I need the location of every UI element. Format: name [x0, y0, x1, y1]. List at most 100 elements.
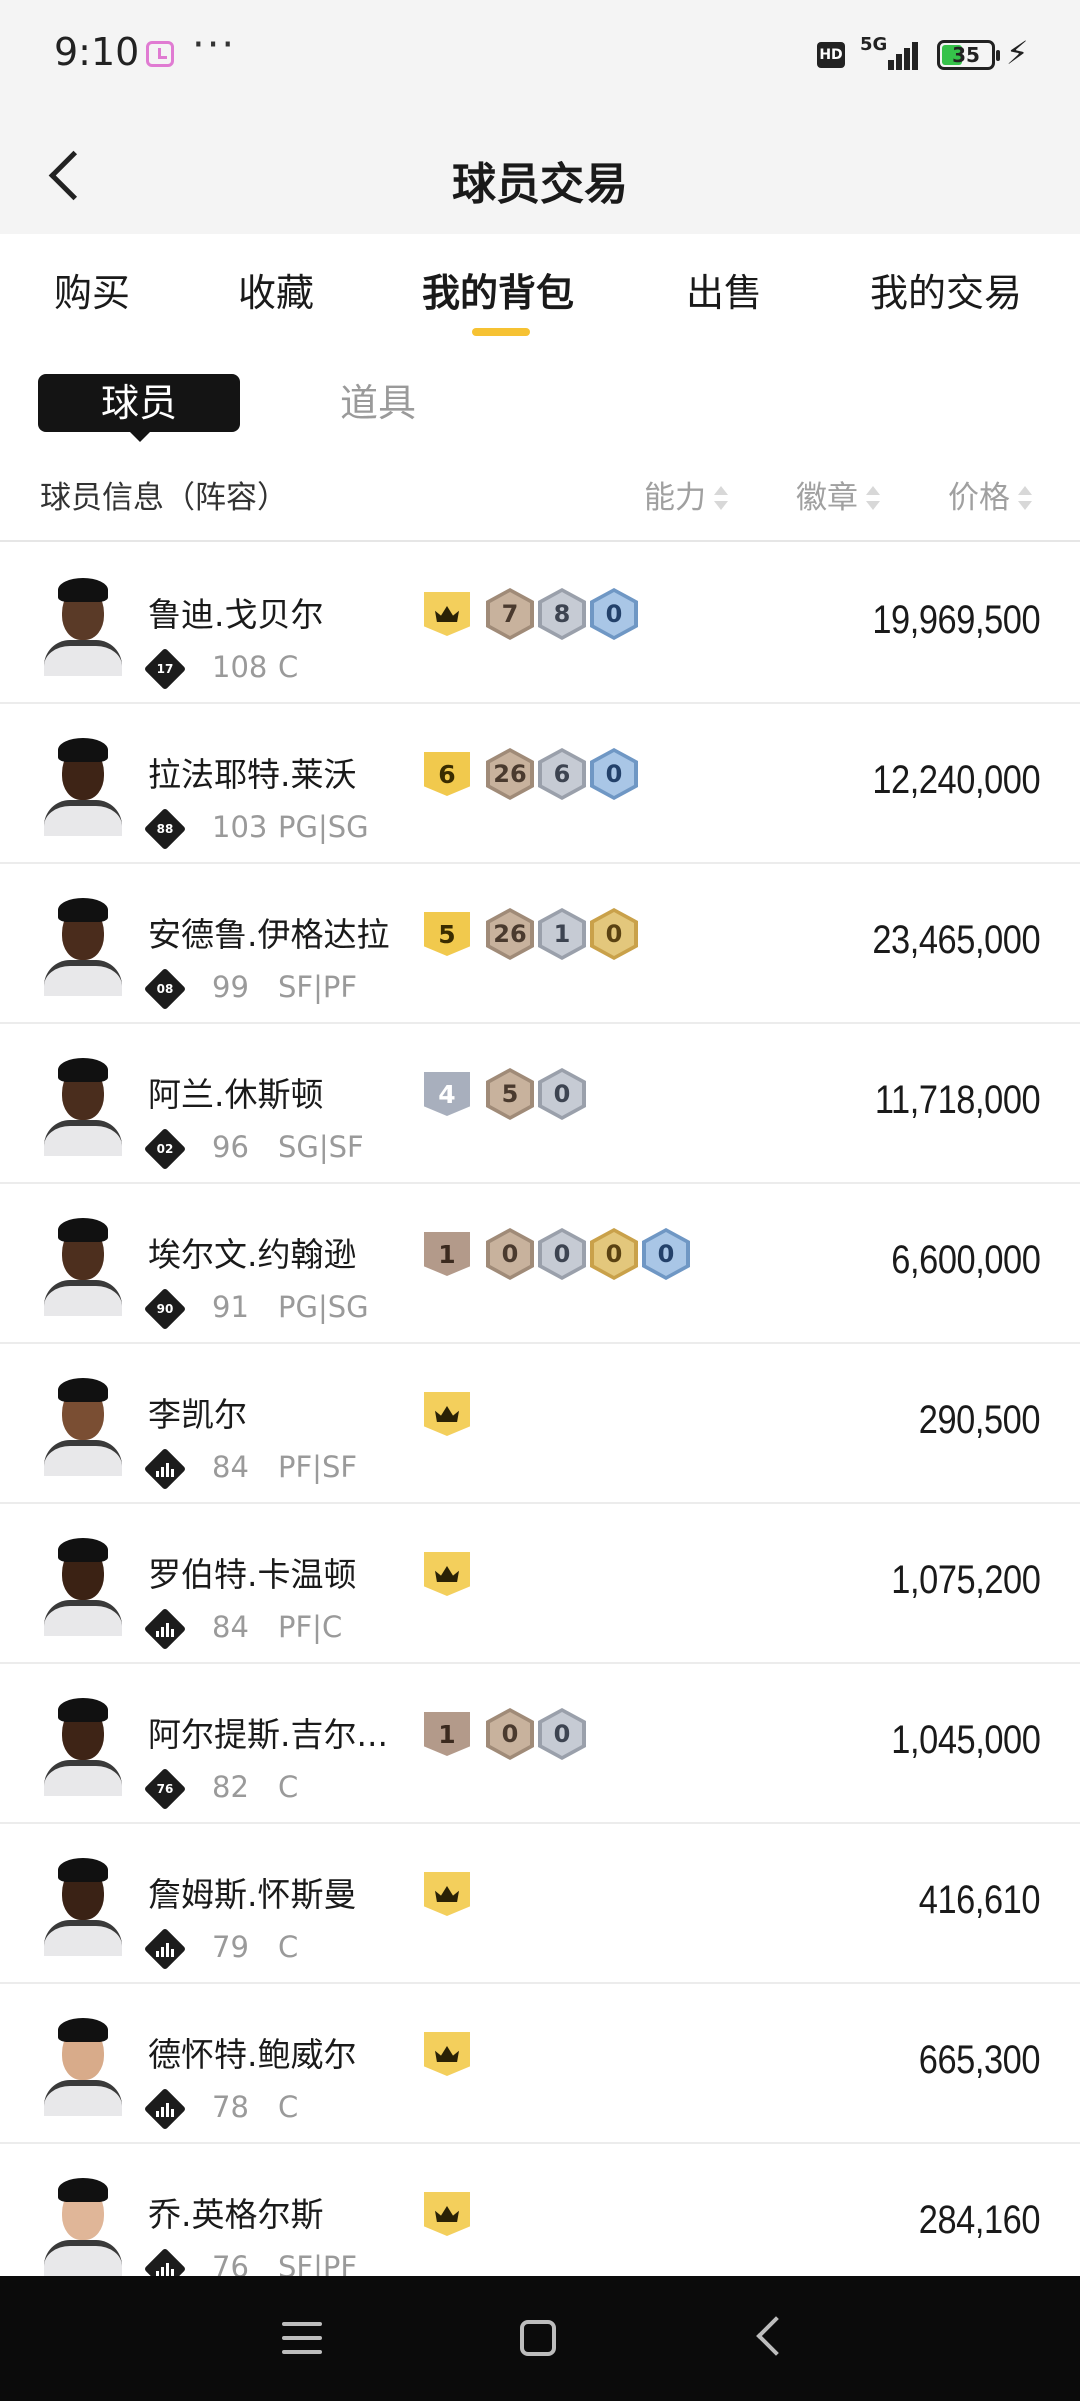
badge-count-value: 0	[542, 1072, 582, 1116]
badge-count-value: 0	[646, 1232, 686, 1276]
player-avatar	[40, 1216, 126, 1316]
badge-count-value: 8	[542, 592, 582, 636]
status-time: 9:10	[54, 30, 140, 74]
badge-count-value: 0	[594, 912, 634, 956]
hd-voice-icon: HD	[817, 42, 845, 68]
bronze-badge-count: 7	[486, 588, 534, 640]
column-player-info: 球员信息（阵容）	[40, 480, 288, 516]
tier-badge: 1	[424, 1712, 470, 1756]
team-number-badge: 17	[143, 647, 187, 691]
player-avatar	[40, 1856, 126, 1956]
player-position: PF|C	[278, 1610, 343, 1644]
badge-count-value: 0	[594, 1232, 634, 1276]
rating-bars-icon	[143, 2247, 187, 2276]
player-avatar	[40, 1696, 126, 1796]
silver-badge-count: 8	[538, 588, 586, 640]
player-position: C	[278, 2090, 299, 2124]
player-row[interactable]: 阿兰.休斯顿 02 96 SG|SF 4 5 0 11,718,000	[0, 1024, 1080, 1184]
tab-my-trades[interactable]: 我的交易	[870, 262, 1022, 317]
badge-count-value: 26	[490, 752, 530, 796]
sort-icon	[1018, 486, 1032, 510]
player-position: PG|SG	[278, 1290, 369, 1324]
player-price: 12,240,000	[872, 758, 1040, 802]
player-row[interactable]: 德怀特.鲍威尔 78 C 665,300	[0, 1984, 1080, 2144]
back-icon[interactable]	[756, 2316, 796, 2356]
player-avatar	[40, 1536, 126, 1636]
header: 球员交易	[0, 110, 1080, 234]
player-name: 罗伯特.卡温顿	[148, 1555, 357, 1594]
crown-icon	[424, 1552, 470, 1596]
player-rating: 108	[212, 650, 268, 684]
player-rating: 91	[212, 1290, 249, 1324]
tab-buy[interactable]: 购买	[54, 262, 130, 317]
player-name: 乔.英格尔斯	[148, 2195, 324, 2234]
player-row[interactable]: 詹姆斯.怀斯曼 79 C 416,610	[0, 1824, 1080, 1984]
player-position: PF|SF	[278, 1450, 358, 1484]
player-name: 李凯尔	[148, 1395, 247, 1434]
player-avatar	[40, 1376, 126, 1476]
gold-badge-count: 0	[590, 908, 638, 960]
player-row[interactable]: 拉法耶特.莱沃 88 103 PG|SG 6 26 6 0 12,240,000	[0, 704, 1080, 864]
rating-bars-icon	[143, 2087, 187, 2131]
player-row[interactable]: 埃尔文.约翰逊 90 91 PG|SG 1 0 0 0 0 6,600,000	[0, 1184, 1080, 1344]
player-avatar	[40, 576, 126, 676]
active-tab-indicator	[472, 328, 530, 336]
hof-badge-count: 0	[642, 1228, 690, 1280]
player-position: C	[278, 650, 299, 684]
tab-sell[interactable]: 出售	[686, 262, 762, 317]
team-number: 88	[156, 822, 174, 836]
team-number: 08	[156, 982, 174, 996]
player-list: 鲁迪.戈贝尔 17 108 C 7 8 0 19,969,500 拉法耶特.莱沃 88 103 PG|…	[0, 544, 1080, 2276]
hof-badge-count: 0	[590, 588, 638, 640]
player-row[interactable]: 乔.英格尔斯 76 SF|PF 284,160	[0, 2144, 1080, 2276]
player-row[interactable]: 阿尔提斯.吉尔... 76 82 C 1 0 0 1,045,000	[0, 1664, 1080, 1824]
player-price: 416,610	[918, 1878, 1041, 1922]
player-rating: 99	[212, 970, 249, 1004]
player-name: 埃尔文.约翰逊	[148, 1235, 357, 1274]
home-icon[interactable]	[520, 2320, 556, 2356]
player-avatar	[40, 1056, 126, 1156]
player-row[interactable]: 鲁迪.戈贝尔 17 108 C 7 8 0 19,969,500	[0, 544, 1080, 704]
sort-ability-label: 能力	[644, 480, 706, 516]
badge-count-value: 0	[490, 1712, 530, 1756]
network-type: 5G	[860, 34, 888, 55]
player-name: 阿兰.休斯顿	[148, 1075, 324, 1114]
rating-bars-icon	[143, 1607, 187, 1651]
badge-count-value: 0	[542, 1712, 582, 1756]
team-number: 02	[156, 1142, 174, 1156]
player-position: C	[278, 1770, 299, 1804]
menu-icon[interactable]	[282, 2320, 322, 2356]
page-title: 球员交易	[452, 159, 628, 210]
player-row[interactable]: 罗伯特.卡温顿 84 PF|C 1,075,200	[0, 1504, 1080, 1664]
player-name: 德怀特.鲍威尔	[148, 2035, 357, 2074]
player-avatar	[40, 896, 126, 996]
player-position: C	[278, 1930, 299, 1964]
player-rating: 78	[212, 2090, 249, 2124]
crown-icon	[424, 2192, 470, 2236]
badge-count-value: 0	[490, 1232, 530, 1276]
player-row[interactable]: 李凯尔 84 PF|SF 290,500	[0, 1344, 1080, 1504]
tab-my-bag[interactable]: 我的背包	[422, 262, 574, 317]
team-number-badge: 02	[143, 1127, 187, 1171]
badge-count-value: 0	[594, 752, 634, 796]
sort-ability[interactable]: 能力	[644, 472, 728, 517]
player-name: 拉法耶特.莱沃	[148, 755, 357, 794]
crown-icon	[424, 1872, 470, 1916]
status-bar: 9:10 ··· HD 5G 35 ⚡	[0, 0, 1080, 110]
sort-badges-label: 徽章	[796, 480, 858, 516]
player-position: SF|PF	[278, 970, 358, 1004]
player-rating: 82	[212, 1770, 249, 1804]
tier-badge: 6	[424, 752, 470, 796]
player-row[interactable]: 安德鲁.伊格达拉 08 99 SF|PF 5 26 1 0 23,465,000	[0, 864, 1080, 1024]
sort-icon	[714, 486, 728, 510]
sort-price[interactable]: 价格	[948, 472, 1032, 517]
player-position: SG|SF	[278, 1130, 364, 1164]
sub-tab-bar: 球员 道具	[0, 352, 1080, 452]
bronze-badge-count: 26	[486, 748, 534, 800]
silver-badge-count: 0	[538, 1068, 586, 1120]
tab-favorites[interactable]: 收藏	[238, 262, 314, 317]
crown-icon	[424, 592, 470, 636]
sort-badges[interactable]: 徽章	[796, 472, 880, 517]
subtab-items[interactable]: 道具	[340, 374, 416, 432]
subtab-players[interactable]: 球员	[38, 374, 240, 442]
